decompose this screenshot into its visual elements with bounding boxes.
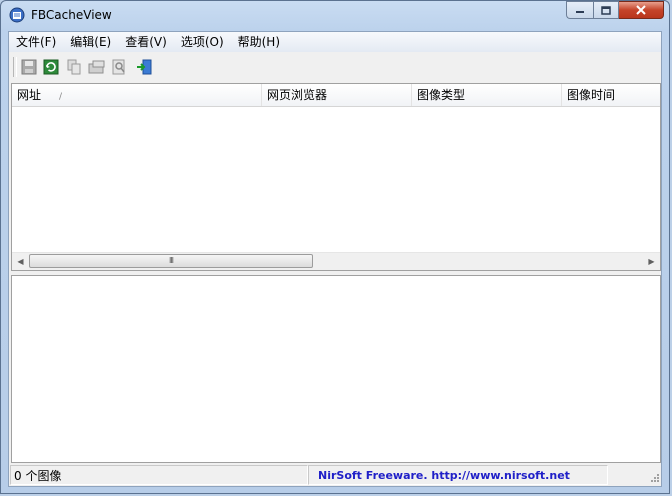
- close-button[interactable]: [619, 1, 664, 19]
- horizontal-scrollbar[interactable]: ◀ III ▶: [12, 252, 660, 270]
- menu-view[interactable]: 查看(V): [118, 32, 174, 52]
- refresh-button[interactable]: [42, 58, 60, 76]
- exit-icon: [137, 59, 152, 75]
- scroll-left-icon[interactable]: ◀: [12, 253, 29, 270]
- column-url-label: 网址: [17, 88, 42, 102]
- status-bar: 0 个图像 NirSoft Freeware. http://www.nirso…: [9, 464, 661, 486]
- column-image-type[interactable]: 图像类型: [412, 84, 562, 106]
- properties-icon: [88, 60, 105, 74]
- toolbar: [9, 52, 661, 82]
- save-button[interactable]: [20, 58, 38, 76]
- nirsoft-link[interactable]: NirSoft Freeware. http://www.nirsoft.net: [308, 465, 608, 485]
- column-image-time-label: 图像时间: [567, 88, 616, 102]
- scroll-right-icon[interactable]: ▶: [643, 253, 660, 270]
- find-button[interactable]: [110, 58, 128, 76]
- refresh-icon: [43, 59, 59, 75]
- minimize-icon: [576, 11, 584, 13]
- close-icon: [636, 5, 646, 15]
- column-image-time[interactable]: 图像时间: [562, 84, 660, 106]
- exit-button[interactable]: [135, 58, 153, 76]
- find-icon: [112, 59, 125, 75]
- scroll-thumb[interactable]: III: [29, 254, 313, 268]
- app-icon: [9, 7, 25, 23]
- column-image-type-label: 图像类型: [417, 88, 466, 102]
- column-browser[interactable]: 网页浏览器: [262, 84, 412, 106]
- maximize-icon: [601, 5, 611, 15]
- save-icon: [21, 59, 37, 75]
- cache-list[interactable]: 网址 / 网页浏览器 图像类型 图像时间 ◀ III ▶: [11, 83, 661, 271]
- list-header: 网址 / 网页浏览器 图像类型 图像时间: [12, 84, 660, 107]
- title-bar[interactable]: FBCacheView: [1, 1, 669, 31]
- menu-options[interactable]: 选项(O): [174, 32, 231, 52]
- properties-button[interactable]: [88, 58, 106, 76]
- client-area: 文件(F) 编辑(E) 查看(V) 选项(O) 帮助(H) 网址 / 网页浏览器…: [8, 31, 662, 487]
- maximize-button[interactable]: [593, 1, 619, 19]
- window-title: FBCacheView: [31, 8, 112, 22]
- column-browser-label: 网页浏览器: [267, 88, 328, 102]
- app-window: FBCacheView 文件(F) 编辑(E) 查看(V) 选项(O) 帮助(H…: [0, 0, 670, 494]
- copy-button[interactable]: [65, 58, 83, 76]
- sort-indicator-icon: /: [59, 92, 63, 102]
- toolbar-grip[interactable]: [13, 57, 17, 77]
- status-count: 0 个图像: [10, 465, 308, 485]
- detail-pane[interactable]: [11, 275, 661, 463]
- menu-bar: 文件(F) 编辑(E) 查看(V) 选项(O) 帮助(H): [9, 32, 661, 52]
- menu-help[interactable]: 帮助(H): [231, 32, 287, 52]
- resize-grip-icon[interactable]: [648, 473, 660, 485]
- minimize-button[interactable]: [566, 1, 593, 19]
- copy-icon: [67, 59, 81, 75]
- menu-file[interactable]: 文件(F): [9, 32, 63, 52]
- column-url[interactable]: 网址 /: [12, 84, 262, 106]
- menu-edit[interactable]: 编辑(E): [63, 32, 118, 52]
- caption-buttons: [566, 1, 664, 21]
